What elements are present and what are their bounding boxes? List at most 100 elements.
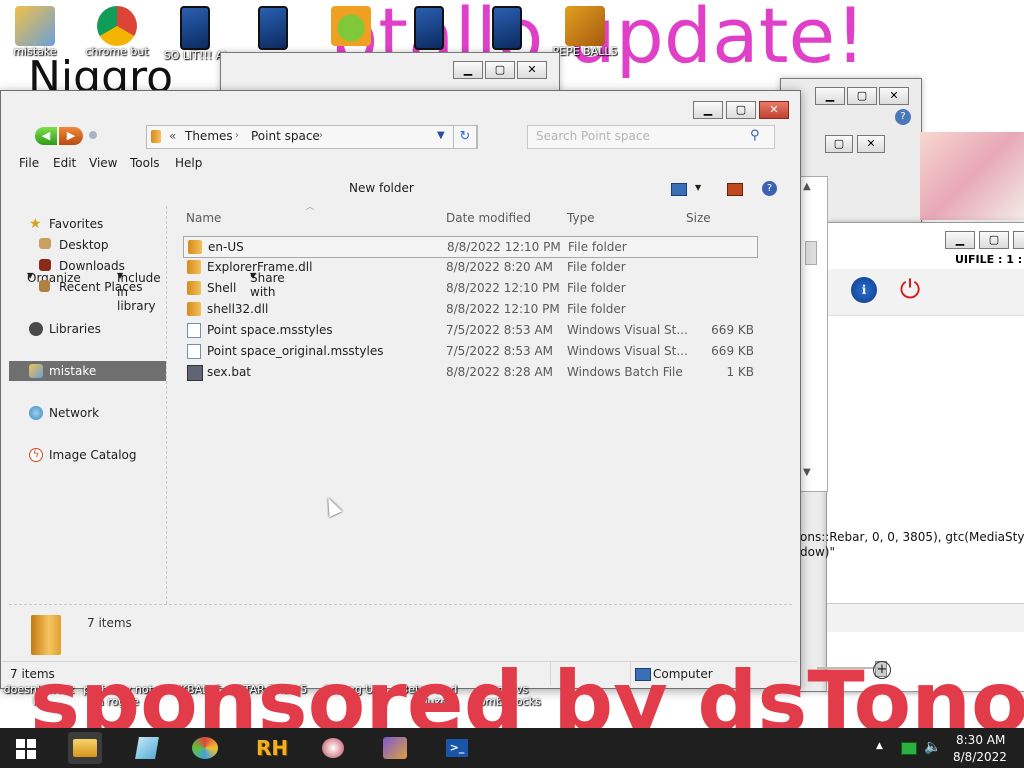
- refresh-button[interactable]: ↻: [453, 125, 477, 149]
- desktop-icon-phone-4[interactable]: [474, 0, 540, 50]
- taskbar-games[interactable]: [378, 732, 412, 764]
- close-button[interactable]: ✕: [857, 135, 885, 153]
- info-icon[interactable]: i: [851, 277, 877, 303]
- forward-button[interactable]: ▶: [59, 127, 83, 145]
- file-row[interactable]: Point space.msstyles 7/5/2022 8:53 AM Wind…: [183, 320, 756, 340]
- desktop-icon-chrome[interactable]: chrome but: [84, 0, 150, 58]
- maximize-button[interactable]: ▢: [847, 87, 877, 105]
- background-scroll-window[interactable]: ▲ ▼: [798, 176, 828, 492]
- nav-desktop[interactable]: Desktop: [9, 235, 166, 255]
- file-date: 8/8/2022 12:10 PM: [446, 302, 560, 316]
- desktop-icon-so-lit[interactable]: SO LIT!!! Al: [162, 0, 228, 62]
- clock-date[interactable]: 8/8/2022: [953, 750, 1007, 764]
- background-window-uifile[interactable]: ▁ ▢ UIFILE : 1 : 103 i ⏻ +: [817, 222, 1024, 692]
- taskbar-snipping[interactable]: [316, 732, 350, 764]
- scroll-up-icon[interactable]: ▲: [803, 181, 811, 192]
- show-hidden-icons[interactable]: ▲: [876, 741, 883, 751]
- file-row[interactable]: Shell 8/8/2022 12:10 PM File folder: [183, 278, 756, 298]
- minimize-button[interactable]: ▁: [815, 87, 845, 105]
- file-row[interactable]: en-US 8/8/2022 12:10 PM File folder: [183, 236, 758, 258]
- scroll-thumb[interactable]: [805, 241, 817, 265]
- game-box-icon: [565, 6, 605, 46]
- taskbar-resource-hacker[interactable]: RH: [254, 732, 288, 764]
- msstyles-file-icon: [187, 344, 201, 359]
- menu-view[interactable]: View: [89, 156, 117, 170]
- file-row[interactable]: Point space_original.msstyles 7/5/2022 8:…: [183, 341, 756, 361]
- background-window-small[interactable]: ▁ ▢ ✕: [220, 52, 560, 94]
- navigation-pane: ★ Favorites Desktop Downloads Recent Pla…: [9, 206, 167, 604]
- change-view-icon[interactable]: [671, 183, 687, 196]
- column-size[interactable]: Size: [686, 211, 711, 225]
- help-icon[interactable]: ?: [895, 109, 911, 125]
- address-bar[interactable]: « Themes › Point space › ▼: [146, 125, 478, 149]
- breadcrumb-separator-icon[interactable]: ›: [235, 130, 239, 141]
- desktop-icon-phone-3[interactable]: [396, 0, 462, 50]
- breadcrumb-point-space[interactable]: Point space: [251, 129, 320, 143]
- file-type: Windows Batch File: [567, 365, 683, 379]
- close-button[interactable]: ✕: [879, 87, 909, 105]
- desktop-icon-label: mistake: [13, 46, 57, 58]
- preview-pane-icon[interactable]: [727, 183, 743, 196]
- nav-label: Network: [49, 406, 100, 420]
- close-button[interactable]: ✕: [517, 61, 547, 79]
- recent-locations-icon[interactable]: [89, 131, 97, 139]
- file-row[interactable]: shell32.dll 8/8/2022 12:10 PM File folder: [183, 299, 756, 319]
- code-text-panel: ons::Rebar, 0, 0, 3805), gtc(MediaStyle,…: [800, 530, 1024, 570]
- breadcrumb-themes[interactable]: Themes: [185, 129, 233, 143]
- nav-libraries[interactable]: Libraries: [9, 319, 166, 339]
- desktop-icon-phone-2[interactable]: [240, 0, 306, 50]
- nav-image-catalog[interactable]: ϟ Image Catalog: [9, 445, 166, 465]
- menu-edit[interactable]: Edit: [53, 156, 76, 170]
- maximize-button[interactable]: ▢: [726, 101, 756, 119]
- maximize-button[interactable]: ▢: [979, 231, 1009, 249]
- help-icon[interactable]: ?: [762, 181, 777, 196]
- scroll-down-icon[interactable]: ▼: [803, 467, 811, 478]
- new-folder-button[interactable]: New folder: [349, 181, 414, 195]
- minimize-button[interactable]: ▁: [945, 231, 975, 249]
- desktop-icon-pepe-balls[interactable]: PEPE BALLS: [552, 0, 618, 58]
- maximize-button[interactable]: ▢: [825, 135, 853, 153]
- nav-downloads[interactable]: Downloads: [9, 256, 166, 276]
- taskbar-paint[interactable]: [188, 732, 222, 764]
- explorer-window[interactable]: ▁ ▢ ✕ ◀ ▶ « Themes › Point space › ▼ ↻ S…: [0, 90, 801, 689]
- nav-user-mistake[interactable]: mistake: [9, 361, 166, 381]
- column-date-modified[interactable]: Date modified: [446, 211, 531, 225]
- file-type: File folder: [567, 260, 626, 274]
- menu-tools[interactable]: Tools: [130, 156, 160, 170]
- menu-help[interactable]: Help: [175, 156, 202, 170]
- chevron-down-icon[interactable]: ▼: [695, 183, 701, 192]
- taskbar-file-explorer[interactable]: [68, 732, 102, 764]
- volume-icon[interactable]: 🔈: [924, 739, 941, 755]
- start-button[interactable]: [16, 739, 36, 759]
- taskbar-powershell[interactable]: >_: [440, 732, 474, 764]
- folder-icon: [73, 739, 97, 757]
- column-type[interactable]: Type: [567, 211, 595, 225]
- close-button[interactable]: [1013, 231, 1024, 249]
- file-row[interactable]: sex.bat 8/8/2022 8:28 AM Windows Batch Fil…: [183, 362, 756, 382]
- nav-favorites[interactable]: ★ Favorites: [9, 214, 166, 234]
- taskbar-notepad[interactable]: [130, 732, 164, 764]
- network-tray-icon[interactable]: [901, 742, 917, 755]
- address-dropdown-icon[interactable]: ▼: [437, 130, 445, 141]
- search-box[interactable]: Search Point space ⚲: [527, 125, 775, 149]
- file-date: 7/5/2022 8:53 AM: [446, 323, 554, 337]
- breadcrumb-separator-icon[interactable]: ›: [319, 130, 323, 141]
- close-button[interactable]: ✕: [759, 101, 789, 119]
- computer-user-icon: [15, 6, 55, 46]
- search-placeholder: Search Point space: [536, 129, 650, 143]
- clock-time[interactable]: 8:30 AM: [956, 733, 1005, 747]
- desktop-icon-bad-piggies[interactable]: [318, 0, 384, 46]
- minimize-button[interactable]: ▁: [453, 61, 483, 79]
- power-icon[interactable]: ⏻: [897, 277, 923, 303]
- nav-network[interactable]: Network: [9, 403, 166, 423]
- maximize-button[interactable]: ▢: [485, 61, 515, 79]
- file-row[interactable]: ExplorerFrame.dll 8/8/2022 8:20 AM File fo…: [183, 257, 756, 277]
- nav-recent-places[interactable]: Recent Places: [9, 277, 166, 297]
- search-icon[interactable]: ⚲: [750, 128, 760, 143]
- back-button[interactable]: ◀: [35, 127, 57, 145]
- breadcrumb-overflow[interactable]: «: [169, 129, 176, 143]
- desktop-icon-mistake[interactable]: mistake: [2, 0, 68, 58]
- menu-file[interactable]: File: [19, 156, 39, 170]
- minimize-button[interactable]: ▁: [693, 101, 723, 119]
- column-name[interactable]: Name: [186, 211, 221, 225]
